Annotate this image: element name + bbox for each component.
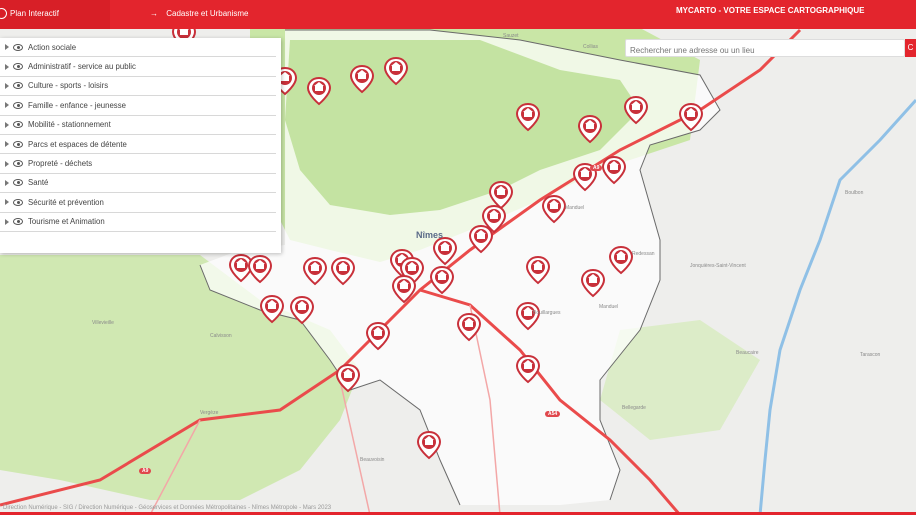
- target-icon: [0, 8, 7, 19]
- place-label: Bouillargues: [533, 310, 561, 316]
- layer-label: Propreté - déchets: [28, 159, 93, 169]
- place-label: Redessan: [632, 251, 655, 257]
- layer-item[interactable]: Mobilité - stationnement: [0, 116, 276, 135]
- road-shield: A54: [545, 411, 561, 417]
- search-button[interactable]: C: [905, 39, 916, 57]
- expand-arrow-icon[interactable]: [5, 121, 9, 128]
- layer-item[interactable]: Santé: [0, 174, 276, 194]
- tab-cadastre[interactable]: → Cadastre et Urbanisme: [150, 9, 249, 18]
- tab-plan-interactif[interactable]: Plan Interactif: [0, 0, 110, 29]
- place-label: Boulbon: [845, 190, 864, 196]
- layer-label: Famille - enfance - jeunesse: [28, 100, 126, 110]
- layer-item[interactable]: Administratif - service au public: [0, 57, 276, 77]
- expand-arrow-icon[interactable]: [5, 179, 9, 186]
- expand-arrow-icon[interactable]: [5, 160, 9, 167]
- search-input[interactable]: [626, 42, 900, 59]
- layer-item[interactable]: Sécurité et prévention: [0, 193, 276, 213]
- road-shield: A9: [590, 165, 603, 171]
- layer-item[interactable]: Action sociale: [0, 38, 276, 58]
- layer-label: Sécurité et prévention: [28, 197, 104, 207]
- eye-icon[interactable]: [13, 198, 23, 206]
- layer-item[interactable]: Culture - sports - loisirs: [0, 77, 276, 97]
- layer-label: Culture - sports - loisirs: [28, 81, 109, 91]
- eye-icon[interactable]: [13, 63, 23, 71]
- place-label: Manduel: [565, 205, 585, 211]
- place-label: Bellegarde: [622, 405, 646, 411]
- place-label: Collias: [583, 44, 599, 50]
- expand-arrow-icon[interactable]: [5, 218, 9, 225]
- expand-arrow-icon[interactable]: [5, 44, 9, 51]
- layer-label: Santé: [28, 178, 49, 188]
- road-shield: A9: [139, 468, 152, 474]
- place-label: Jonquières-Saint-Vincent: [690, 263, 746, 269]
- place-label: Beaucaire: [736, 350, 759, 356]
- eye-icon[interactable]: [13, 160, 23, 168]
- layer-label: Parcs et espaces de détente: [28, 139, 127, 149]
- layer-item[interactable]: Famille - enfance - jeunesse: [0, 96, 276, 116]
- address-search: [625, 39, 905, 59]
- layer-label: Mobilité - stationnement: [28, 120, 111, 130]
- place-label: Beauvoisin: [360, 457, 385, 463]
- eye-icon[interactable]: [13, 121, 23, 129]
- tab-plan-interactif-label: Plan Interactif: [10, 9, 59, 18]
- place-label: Manduel: [599, 304, 619, 310]
- place-label: Tarascon: [860, 352, 881, 358]
- tab-cadastre-label: Cadastre et Urbanisme: [166, 9, 249, 18]
- expand-arrow-icon[interactable]: [5, 141, 9, 148]
- expand-arrow-icon[interactable]: [5, 82, 9, 89]
- layer-item[interactable]: Propreté - déchets: [0, 154, 276, 174]
- layer-label: Action sociale: [28, 42, 77, 52]
- city-label: Nîmes: [416, 230, 444, 240]
- eye-icon[interactable]: [13, 82, 23, 90]
- eye-icon[interactable]: [13, 179, 23, 187]
- arrow-right-icon: →: [150, 9, 158, 18]
- attribution: Direction Numérique - SIG / Direction Nu…: [3, 505, 332, 511]
- expand-arrow-icon[interactable]: [5, 102, 9, 109]
- layer-item[interactable]: Parcs et espaces de détente: [0, 135, 276, 155]
- eye-icon[interactable]: [13, 218, 23, 226]
- eye-icon[interactable]: [13, 43, 23, 51]
- layer-panel: Action sociale Administratif - service a…: [0, 38, 281, 253]
- brand-title: MYCARTO - VOTRE ESPACE CARTOGRAPHIQUE: [676, 6, 865, 15]
- place-label: Villevieille: [92, 320, 114, 326]
- expand-arrow-icon[interactable]: [5, 199, 9, 206]
- eye-icon[interactable]: [13, 101, 23, 109]
- layer-label: Administratif - service au public: [28, 62, 136, 72]
- layer-item[interactable]: Tourisme et Animation: [0, 213, 276, 232]
- expand-arrow-icon[interactable]: [5, 63, 9, 70]
- top-navbar: Plan Interactif → Cadastre et Urbanisme …: [0, 0, 916, 29]
- place-label: Vergèze: [200, 410, 219, 416]
- eye-icon[interactable]: [13, 140, 23, 148]
- layer-label: Tourisme et Animation: [28, 217, 105, 227]
- place-label: Calvisson: [210, 333, 232, 339]
- place-label: Sauzet: [503, 33, 519, 39]
